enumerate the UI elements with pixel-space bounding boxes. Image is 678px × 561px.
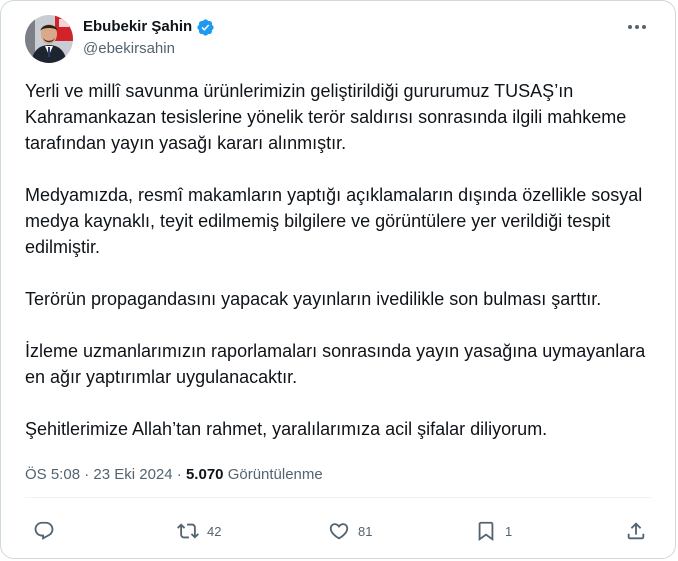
- tweet-paragraph: Medyamızda, resmî makamların yaptığı açı…: [25, 185, 643, 257]
- like-count: 81: [358, 523, 373, 539]
- display-name[interactable]: Ebubekir Şahin: [83, 17, 192, 37]
- bookmark-icon: [478, 521, 494, 542]
- more-options-button[interactable]: [623, 17, 651, 37]
- more-dots-icon: [628, 25, 646, 29]
- tweet-date[interactable]: 23 Eki 2024: [93, 466, 172, 483]
- tweet-text: Yerli ve millî savunma ürünlerimizin gel…: [25, 78, 650, 468]
- heart-icon: [329, 523, 349, 540]
- tweet-paragraph: Yerli ve millî savunma ürünlerimizin gel…: [25, 81, 627, 153]
- share-upload-icon: [627, 522, 645, 540]
- divider: [25, 497, 651, 498]
- retweet-button[interactable]: 42: [177, 515, 221, 547]
- author-info: Ebubekir Şahin @ebekirsahin: [83, 17, 215, 59]
- meta-separator: ·: [176, 466, 182, 483]
- author-handle[interactable]: @ebekirsahin: [83, 39, 215, 59]
- tweet-card: Ebubekir Şahin @ebekirsahin Yerli ve mil…: [0, 0, 676, 559]
- avatar[interactable]: [25, 15, 73, 63]
- retweet-arrows-icon: [177, 523, 199, 539]
- verified-badge-icon[interactable]: [196, 18, 215, 37]
- retweet-count: 42: [207, 523, 222, 539]
- tweet-time[interactable]: ÖS 5:08: [25, 466, 80, 483]
- share-button[interactable]: [625, 515, 647, 547]
- bookmark-button[interactable]: 1: [475, 515, 512, 547]
- author-name-row: Ebubekir Şahin: [83, 17, 215, 37]
- action-bar: 42 81 1: [25, 515, 651, 547]
- tweet-meta: ÖS 5:08 · 23 Eki 2024 · 5.070 Görüntülen…: [25, 465, 323, 485]
- reply-bubble-icon: [34, 521, 54, 540]
- like-button[interactable]: 81: [328, 515, 372, 547]
- meta-separator: ·: [84, 466, 90, 483]
- tweet-paragraph: Terörün propagandasını yapacak yayınları…: [25, 289, 602, 309]
- views-count: 5.070: [185, 466, 224, 483]
- tweet-paragraph: Şehitlerimize Allah’tan rahmet, yaralıla…: [25, 419, 548, 439]
- reply-button[interactable]: [33, 515, 63, 547]
- bookmark-count: 1: [505, 523, 513, 539]
- tweet-paragraph: İzleme uzmanlarımızın raporlamaları sonr…: [25, 341, 646, 387]
- views-label: Görüntülenme: [227, 466, 323, 483]
